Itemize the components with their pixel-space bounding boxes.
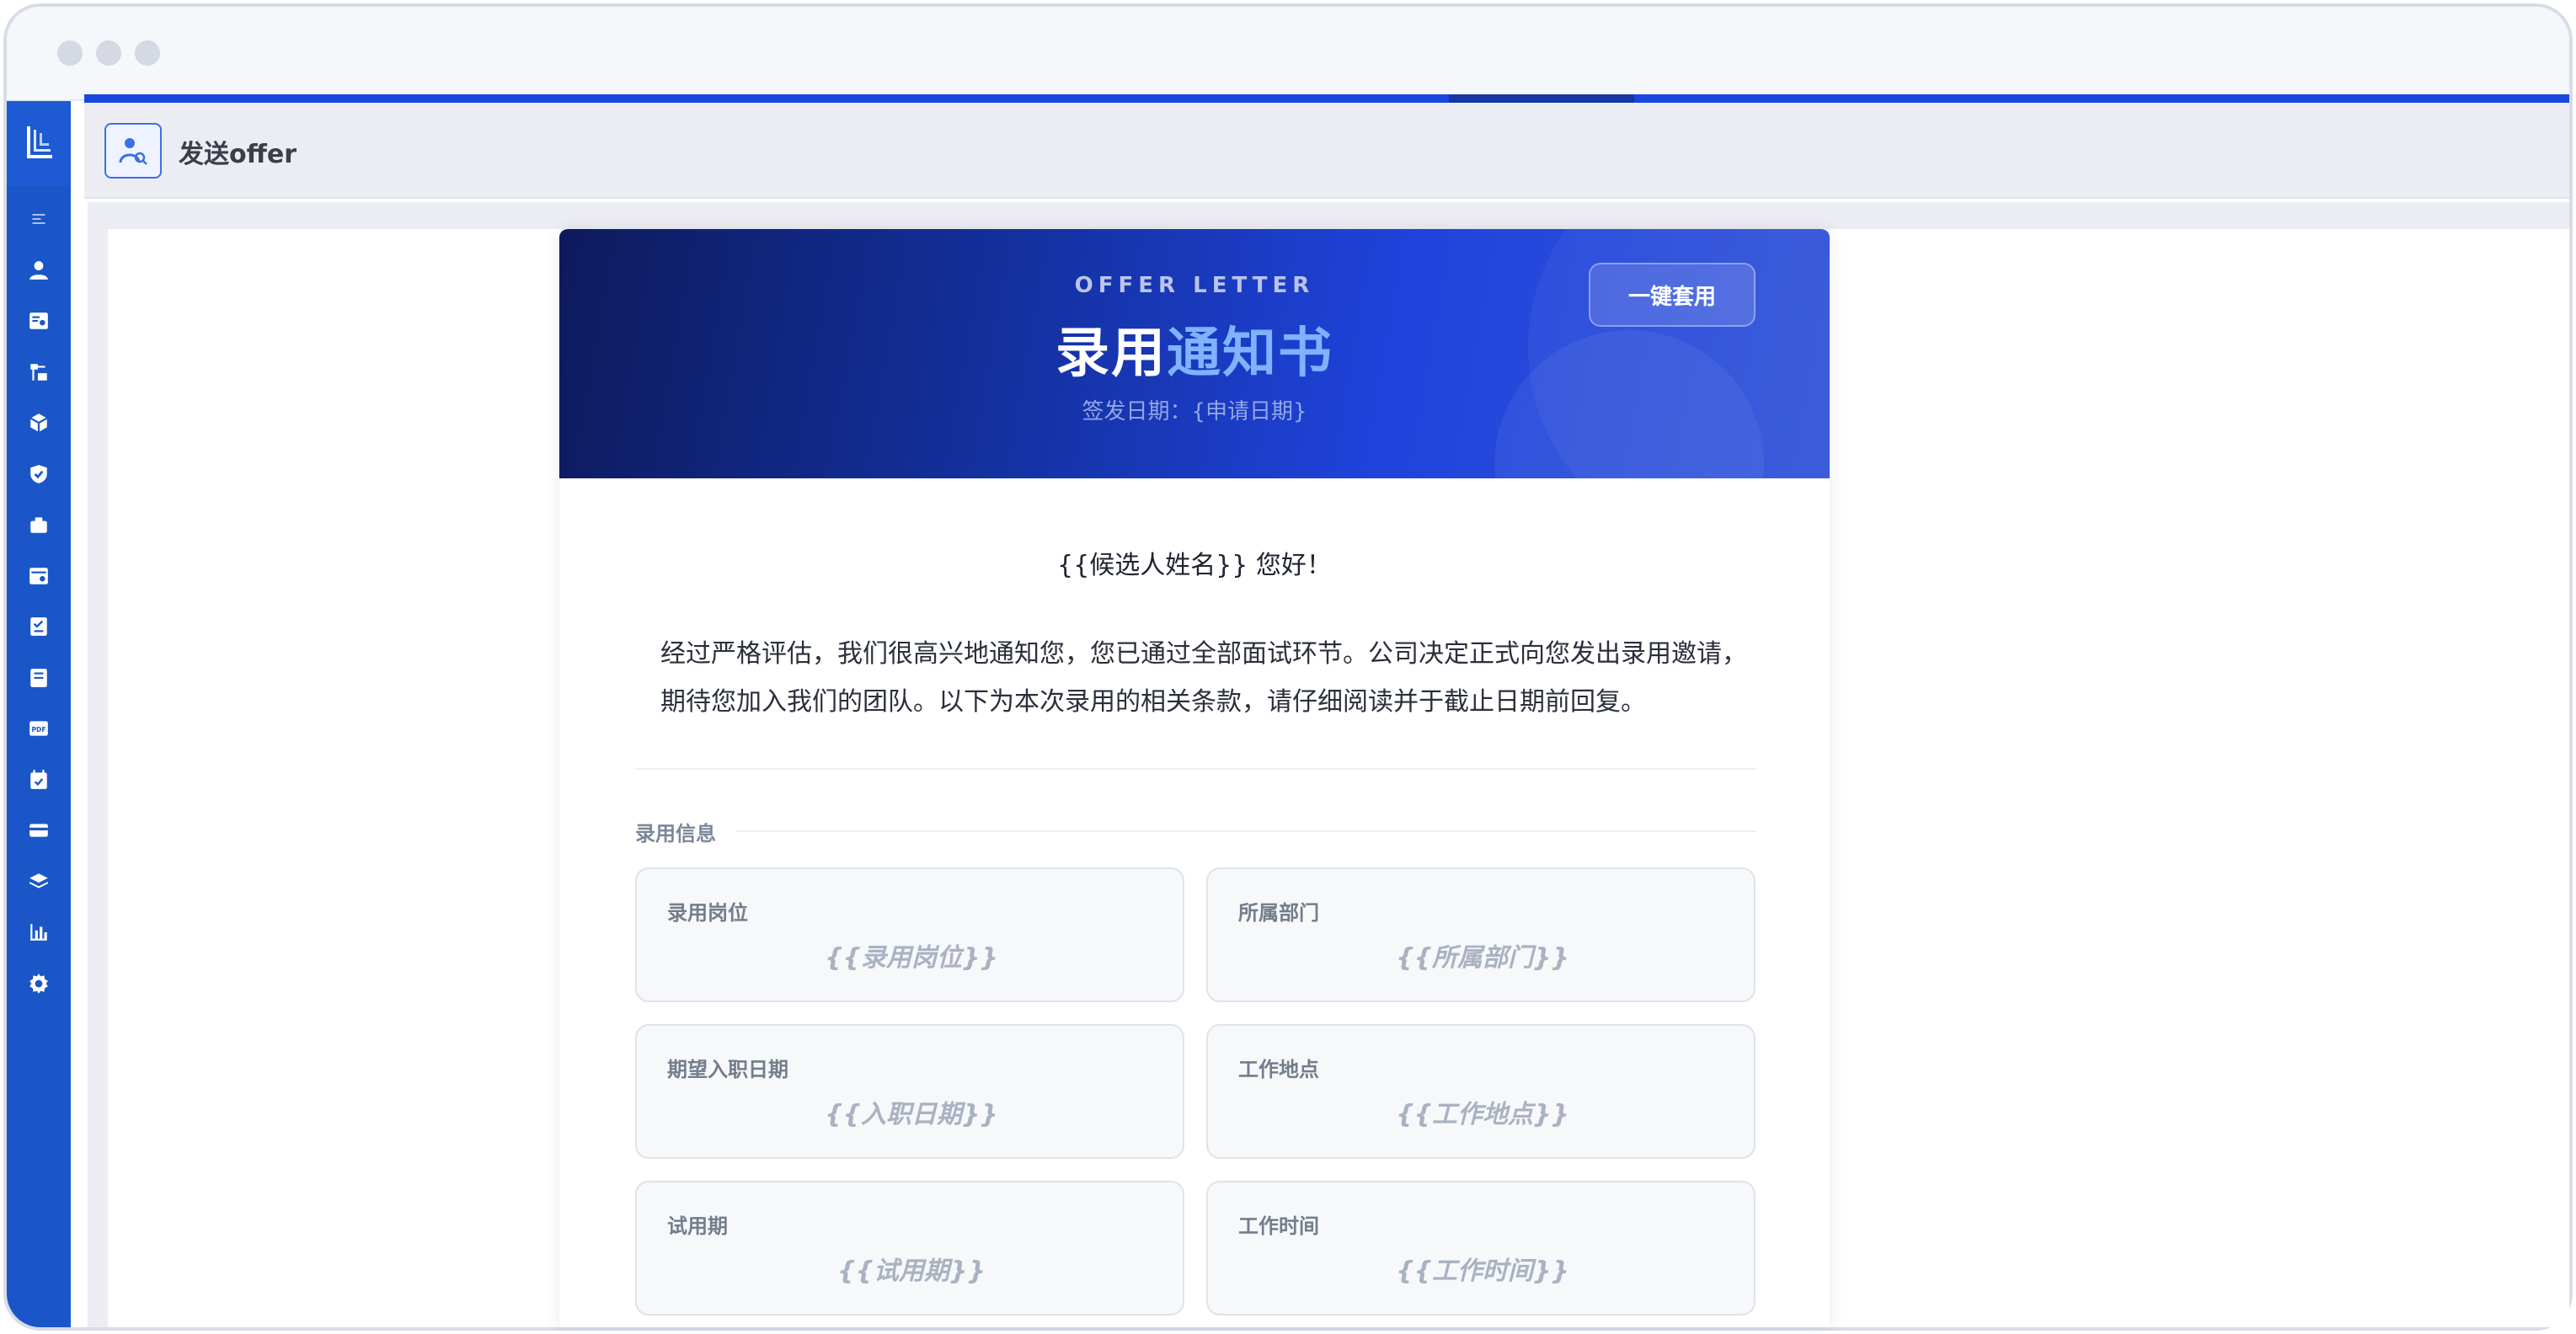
- sidebar-item-pdf-icon[interactable]: PDF: [7, 703, 71, 755]
- sidebar-item-checklist-icon[interactable]: [7, 601, 71, 653]
- section-divider: [736, 830, 1756, 832]
- field-label: 期望入职日期: [667, 1058, 788, 1081]
- sidebar-item-cube-icon[interactable]: [7, 398, 71, 449]
- letter-title-accent: 通知书: [1167, 323, 1333, 385]
- field-value: {{所属部门}}: [1396, 943, 1569, 973]
- divider: [635, 768, 1756, 770]
- app-logo[interactable]: [7, 101, 71, 185]
- top-progress-bar: [84, 94, 2569, 103]
- window-minimize-dot[interactable]: [96, 40, 121, 66]
- sidebar-item-bar-chart-icon[interactable]: [7, 907, 71, 958]
- sidebar-item-settings-panel-icon[interactable]: [7, 551, 71, 602]
- field-work-location[interactable]: 工作地点 {{工作地点}}: [1206, 1024, 1756, 1159]
- sidebar-item-layers-icon[interactable]: [7, 856, 71, 908]
- field-label: 工作地点: [1238, 1058, 1319, 1081]
- window-maximize-dot[interactable]: [135, 40, 160, 66]
- field-work-hours[interactable]: 工作时间 {{工作时间}}: [1206, 1181, 1756, 1315]
- page-header: 发送offer: [84, 103, 2569, 199]
- sidebar-item-user-icon[interactable]: [7, 245, 71, 296]
- sidebar-item-calendar-check-icon[interactable]: [7, 755, 71, 806]
- page-title: 发送offer: [179, 140, 297, 169]
- offer-letter-card: OFFER LETTER 录用通知书 签发日期：{申请日期} 一键套用 {{候选…: [559, 229, 1830, 1327]
- field-value: {{工作地点}}: [1396, 1100, 1569, 1129]
- progress-indicator: [1449, 94, 1634, 103]
- issue-date: 签发日期：{申请日期}: [1082, 399, 1307, 424]
- field-label: 所属部门: [1238, 901, 1319, 925]
- sidebar-item-book-icon[interactable]: [7, 653, 71, 704]
- letter-banner: OFFER LETTER 录用通知书 签发日期：{申请日期} 一键套用: [559, 229, 1830, 478]
- field-value: {{入职日期}}: [825, 1100, 998, 1129]
- window-close-dot[interactable]: [57, 40, 83, 66]
- field-value: {{录用岗位}}: [825, 943, 998, 973]
- candidate-search-icon: [104, 123, 162, 179]
- svg-text:PDF: PDF: [31, 726, 45, 734]
- intro-paragraph: 经过严格评估，我们很高兴地通知您，您已通过全部面试环节。公司决定正式向您发出录用…: [660, 639, 1747, 717]
- field-label: 试用期: [667, 1214, 728, 1238]
- field-position[interactable]: 录用岗位 {{录用岗位}}: [635, 867, 1184, 1002]
- sidebar-item-card-icon[interactable]: [7, 805, 71, 856]
- field-value: {{试用期}}: [837, 1257, 986, 1286]
- field-start-date[interactable]: 期望入职日期 {{入职日期}}: [635, 1024, 1184, 1159]
- field-label: 录用岗位: [667, 901, 748, 925]
- field-probation[interactable]: 试用期 {{试用期}}: [635, 1181, 1184, 1315]
- greeting: {{候选人姓名}} 您好！: [1057, 551, 1332, 580]
- one-click-apply-button[interactable]: 一键套用: [1589, 263, 1756, 327]
- sidebar-collapse-icon[interactable]: [7, 194, 71, 245]
- sidebar: PDF: [7, 101, 71, 1327]
- field-department[interactable]: 所属部门 {{所属部门}}: [1206, 867, 1756, 1002]
- sidebar-item-gear-icon[interactable]: [7, 958, 71, 1010]
- sidebar-item-briefcase-icon[interactable]: [7, 499, 71, 551]
- field-label: 工作时间: [1238, 1214, 1319, 1238]
- sidebar-item-shield-check-icon[interactable]: [7, 449, 71, 500]
- field-value: {{工作时间}}: [1396, 1257, 1569, 1286]
- letter-title-main: 录用: [1056, 323, 1167, 385]
- sidebar-item-org-chart-icon[interactable]: [7, 347, 71, 398]
- logo-icon: [27, 126, 52, 158]
- sidebar-item-resume-search-icon[interactable]: [7, 296, 71, 347]
- window-title-bar: [7, 7, 2569, 101]
- section-title: 录用信息: [635, 822, 716, 846]
